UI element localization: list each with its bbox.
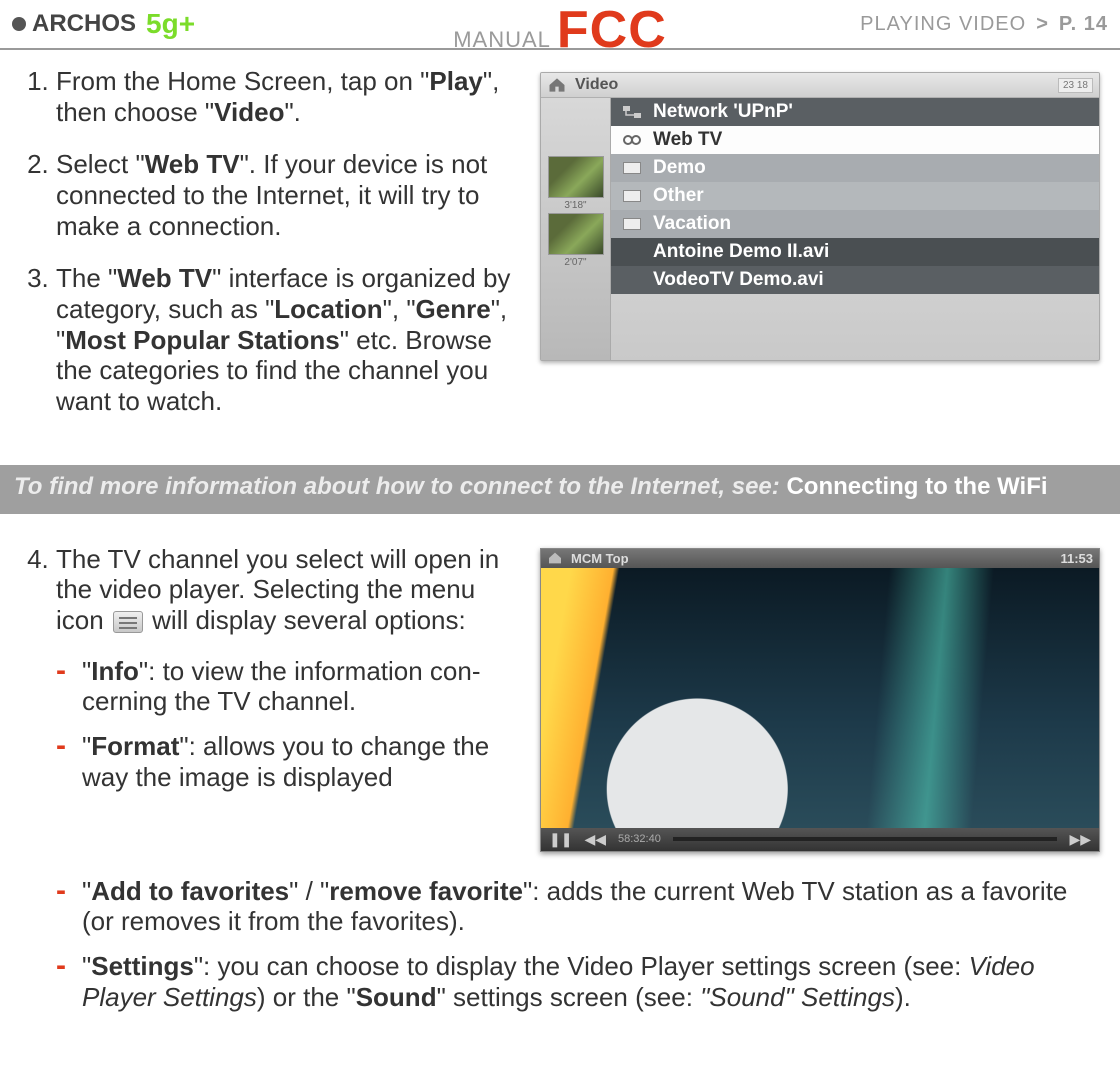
step-4-list: The TV channel you select will open in t… — [20, 544, 522, 636]
step-2-webtv: Web TV — [145, 149, 240, 179]
rewind-icon: ◀◀ — [584, 831, 606, 848]
breadcrumb-sep: > — [1036, 13, 1049, 36]
dev-row-demo-label: Demo — [653, 157, 706, 179]
option-set-t3: " settings screen (see: — [437, 982, 701, 1012]
thumb-2-dur: 2'07" — [564, 257, 586, 268]
option-set-t2: ) or the " — [257, 982, 356, 1012]
step-3-webtv: Web TV — [117, 263, 212, 293]
option-info: "Info": to view the information con­cern… — [56, 656, 522, 717]
callout-lead: To find more information about how to co… — [14, 473, 786, 500]
dev-row-vacation-label: Vacation — [653, 213, 731, 235]
player-video-frame — [541, 568, 1099, 828]
dev-list: Network 'UPnP' Web TV Demo Other — [611, 98, 1099, 360]
step-1-post: ". — [284, 97, 300, 127]
dev-row-file-1: Antoine Demo II.avi — [611, 238, 1099, 266]
step-1-play: Play — [429, 66, 483, 96]
dev-row-webtv-label: Web TV — [653, 129, 722, 151]
dev-row-webtv: Web TV — [611, 126, 1099, 154]
steps-list: From the Home Screen, tap on "Play", the… — [20, 66, 522, 439]
dev-status: 23 18 — [1058, 78, 1093, 93]
option-format-b: Format — [91, 731, 179, 761]
folder-icon — [621, 216, 643, 232]
thumb-1-dur: 3'18" — [564, 200, 586, 211]
step-2-pre: Select " — [56, 149, 145, 179]
player-titlebar: MCM Top 11:53 — [541, 549, 1099, 568]
device-screenshot-2: MCM Top 11:53 ❚❚ ◀◀ 58:32:40 ▶▶ — [540, 548, 1100, 852]
step-3-location: Location — [274, 294, 382, 324]
option-settings: "Settings": you can choose to display th… — [56, 951, 1100, 1012]
options-list-bottom: "Add to favorites" / "remove favorite": … — [20, 876, 1100, 1013]
disc-icon — [12, 17, 26, 31]
option-favorites: "Add to favorites" / "remove favorite": … — [56, 876, 1100, 937]
center-title: MANUAL FCC — [453, 0, 667, 60]
option-set-t4: ). — [895, 982, 911, 1012]
option-fav-b2: remove favorite — [329, 876, 523, 906]
network-icon — [621, 104, 643, 120]
step-3-popular: Most Popular Stations — [65, 325, 339, 355]
option-info-b: Info — [91, 656, 139, 686]
folder-icon — [621, 188, 643, 204]
step-3-genre: Genre — [416, 294, 491, 324]
pause-icon: ❚❚ — [549, 831, 572, 848]
step-3-m2: ", " — [383, 294, 416, 324]
home-icon — [547, 76, 567, 94]
dev-row-file-2: VodeoTV Demo.avi — [611, 266, 1099, 294]
dev-titlebar: Video 23 18 — [541, 73, 1099, 98]
option-fav-b1: Add to favorites — [91, 876, 289, 906]
brand-text: ARCHOS — [32, 10, 136, 38]
callout-link: Connecting to the WiFi — [786, 473, 1047, 500]
option-set-b: Settings — [91, 951, 194, 981]
option-set-b2: Sound — [356, 982, 437, 1012]
file-icon — [621, 272, 643, 288]
page-header: ARCHOS 5g+ MANUAL FCC PLAYING VIDEO > P.… — [0, 0, 1120, 48]
step-3: The "Web TV" interface is organized by c… — [56, 263, 522, 416]
fcc-label: FCC — [557, 0, 667, 60]
option-set-i2: "Sound" Settings — [700, 982, 895, 1012]
brand-logo: ARCHOS — [12, 10, 136, 38]
dev-row-vacation: Vacation — [611, 210, 1099, 238]
option-info-t: : to view the information con­cerning th… — [82, 656, 481, 717]
file-icon — [621, 244, 643, 260]
breadcrumb-section: PLAYING VIDEO — [860, 13, 1026, 36]
dev-row-network: Network 'UPnP' — [611, 98, 1099, 126]
home-icon — [547, 551, 563, 565]
step-3-pre: The " — [56, 263, 117, 293]
dev-row-file-2-label: VodeoTV Demo.avi — [653, 269, 824, 291]
dev-row-network-label: Network 'UPnP' — [653, 101, 793, 123]
thumb-2 — [548, 213, 604, 255]
option-fav-mid: " / " — [289, 876, 329, 906]
options-list-top: "Info": to view the information con­cern… — [20, 656, 522, 793]
menu-icon — [113, 611, 143, 633]
progress-bar — [673, 837, 1058, 841]
dev-row-other-label: Other — [653, 185, 704, 207]
info-callout: To find more information about how to co… — [0, 465, 1120, 514]
device-model: 5g+ — [146, 8, 195, 40]
step-1: From the Home Screen, tap on "Play", the… — [56, 66, 522, 127]
dev-row-file-1-label: Antoine Demo II.avi — [653, 241, 829, 263]
step-4-post: will display several options: — [145, 605, 466, 635]
link-icon — [621, 132, 643, 148]
thumb-1 — [548, 156, 604, 198]
step-1-text: From the Home Screen, tap on " — [56, 66, 429, 96]
player-timecode: 58:32:40 — [618, 833, 661, 845]
device-screenshot-1: Video 23 18 3'18" 2'07" Network 'UPnP' — [540, 72, 1100, 361]
dev-thumb-column: 3'18" 2'07" — [541, 98, 611, 360]
folder-icon — [621, 160, 643, 176]
breadcrumb-page: P. 14 — [1059, 13, 1108, 36]
dev-row-demo: Demo — [611, 154, 1099, 182]
step-4: The TV channel you select will open in t… — [56, 544, 522, 636]
dev-row-other: Other — [611, 182, 1099, 210]
player-controls: ❚❚ ◀◀ 58:32:40 ▶▶ — [541, 828, 1099, 851]
forward-icon: ▶▶ — [1069, 831, 1091, 848]
breadcrumb: PLAYING VIDEO > P. 14 — [860, 13, 1108, 36]
step-2: Select "Web TV". If your device is not c… — [56, 149, 522, 241]
dev-title: Video — [575, 76, 618, 94]
player-clock: 11:53 — [1060, 551, 1093, 566]
option-format: "Format": allows you to change the way t… — [56, 731, 522, 792]
player-title: MCM Top — [571, 551, 629, 566]
option-set-t1: : you can choose to display the Video Pl… — [203, 951, 969, 981]
step-1-video: Video — [214, 97, 284, 127]
manual-label: MANUAL — [453, 27, 551, 53]
